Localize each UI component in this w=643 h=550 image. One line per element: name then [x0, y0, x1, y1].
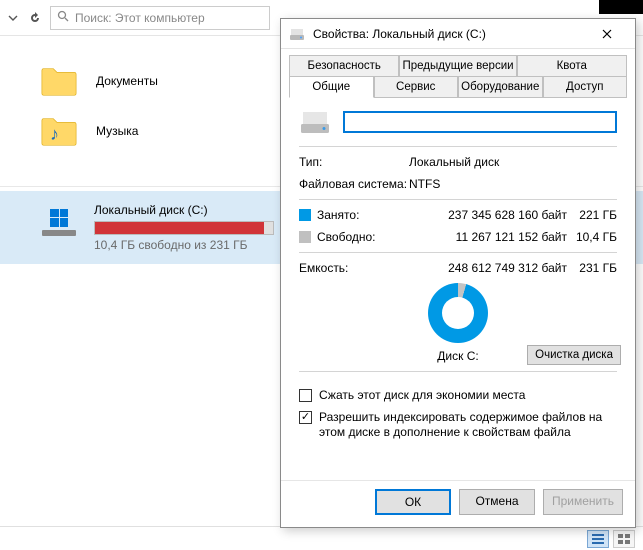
- drive-large-icon: [299, 108, 331, 136]
- disk-cleanup-button[interactable]: Очистка диска: [527, 345, 621, 365]
- dialog-body: Тип: Локальный диск Файловая система: NT…: [281, 98, 635, 480]
- usage-chart-area: Диск C: Очистка диска: [299, 283, 617, 363]
- capacity-label: Емкость:: [299, 261, 397, 275]
- search-placeholder: Поиск: Этот компьютер: [75, 11, 205, 25]
- tabs: Безопасность Предыдущие версии Квота Общ…: [281, 49, 635, 98]
- tab-security[interactable]: Безопасность: [289, 55, 399, 76]
- compress-label: Сжать этот диск для экономии места: [319, 388, 525, 404]
- index-checkbox-row[interactable]: Разрешить индексировать содержимое файло…: [299, 410, 617, 441]
- drive-small-icon: [289, 26, 305, 42]
- folder-music-icon: ♪: [40, 114, 78, 148]
- cancel-button[interactable]: Отмена: [459, 489, 535, 515]
- dialog-title: Свойства: Локальный диск (C:): [313, 27, 587, 41]
- fs-value: NTFS: [409, 177, 617, 191]
- folder-icon: [40, 64, 78, 98]
- tab-service[interactable]: Сервис: [374, 76, 459, 98]
- drive-usage-bar: [94, 221, 274, 235]
- status-bar: [0, 526, 643, 550]
- checkbox-checked-icon[interactable]: [299, 411, 312, 424]
- window-edge-dark: [599, 0, 643, 14]
- used-bytes: 237 345 628 160 байт: [397, 208, 567, 222]
- search-icon: [57, 10, 69, 25]
- usage-donut-chart: [428, 283, 488, 343]
- free-label: Свободно:: [317, 230, 397, 244]
- disk-bar-icon: [42, 230, 76, 236]
- tab-previous-versions[interactable]: Предыдущие версии: [399, 55, 516, 76]
- apply-button[interactable]: Применить: [543, 489, 623, 515]
- free-gb: 10,4 ГБ: [567, 230, 617, 244]
- view-details-button[interactable]: [587, 530, 609, 548]
- music-note-icon: ♪: [50, 124, 59, 145]
- ok-button[interactable]: ОК: [375, 489, 451, 515]
- compress-checkbox-row[interactable]: Сжать этот диск для экономии места: [299, 388, 617, 404]
- capacity-gb: 231 ГБ: [567, 261, 617, 275]
- view-icons-button[interactable]: [613, 530, 635, 548]
- used-color-swatch: [299, 209, 311, 221]
- folder-label: Музыка: [96, 124, 138, 138]
- dialog-buttons: ОК Отмена Применить: [281, 480, 635, 527]
- free-bytes: 11 267 121 152 байт: [397, 230, 567, 244]
- tab-sharing[interactable]: Доступ: [543, 76, 628, 98]
- close-button[interactable]: [587, 20, 627, 48]
- search-input-wrapper[interactable]: Поиск: Этот компьютер: [50, 6, 270, 30]
- tab-general[interactable]: Общие: [289, 76, 374, 98]
- fs-label: Файловая система:: [299, 177, 409, 191]
- tab-hardware[interactable]: Оборудование: [458, 76, 543, 98]
- volume-name-input[interactable]: [343, 111, 617, 133]
- tab-quota[interactable]: Квота: [517, 55, 627, 76]
- used-gb: 221 ГБ: [567, 208, 617, 222]
- drive-icon: [40, 203, 78, 241]
- type-value: Локальный диск: [409, 155, 617, 169]
- type-label: Тип:: [299, 155, 409, 169]
- checkbox-unchecked-icon[interactable]: [299, 389, 312, 402]
- used-label: Занято:: [317, 208, 397, 222]
- folder-label: Документы: [96, 74, 158, 88]
- free-color-swatch: [299, 231, 311, 243]
- dialog-titlebar[interactable]: Свойства: Локальный диск (C:): [281, 19, 635, 49]
- chevron-down-icon[interactable]: [6, 11, 20, 25]
- donut-label: Диск C:: [437, 349, 478, 363]
- properties-dialog: Свойства: Локальный диск (C:) Безопаснос…: [280, 18, 636, 528]
- capacity-bytes: 248 612 749 312 байт: [397, 261, 567, 275]
- index-label: Разрешить индексировать содержимое файло…: [319, 410, 617, 441]
- refresh-icon[interactable]: [28, 11, 42, 25]
- windows-logo-icon: [50, 209, 68, 227]
